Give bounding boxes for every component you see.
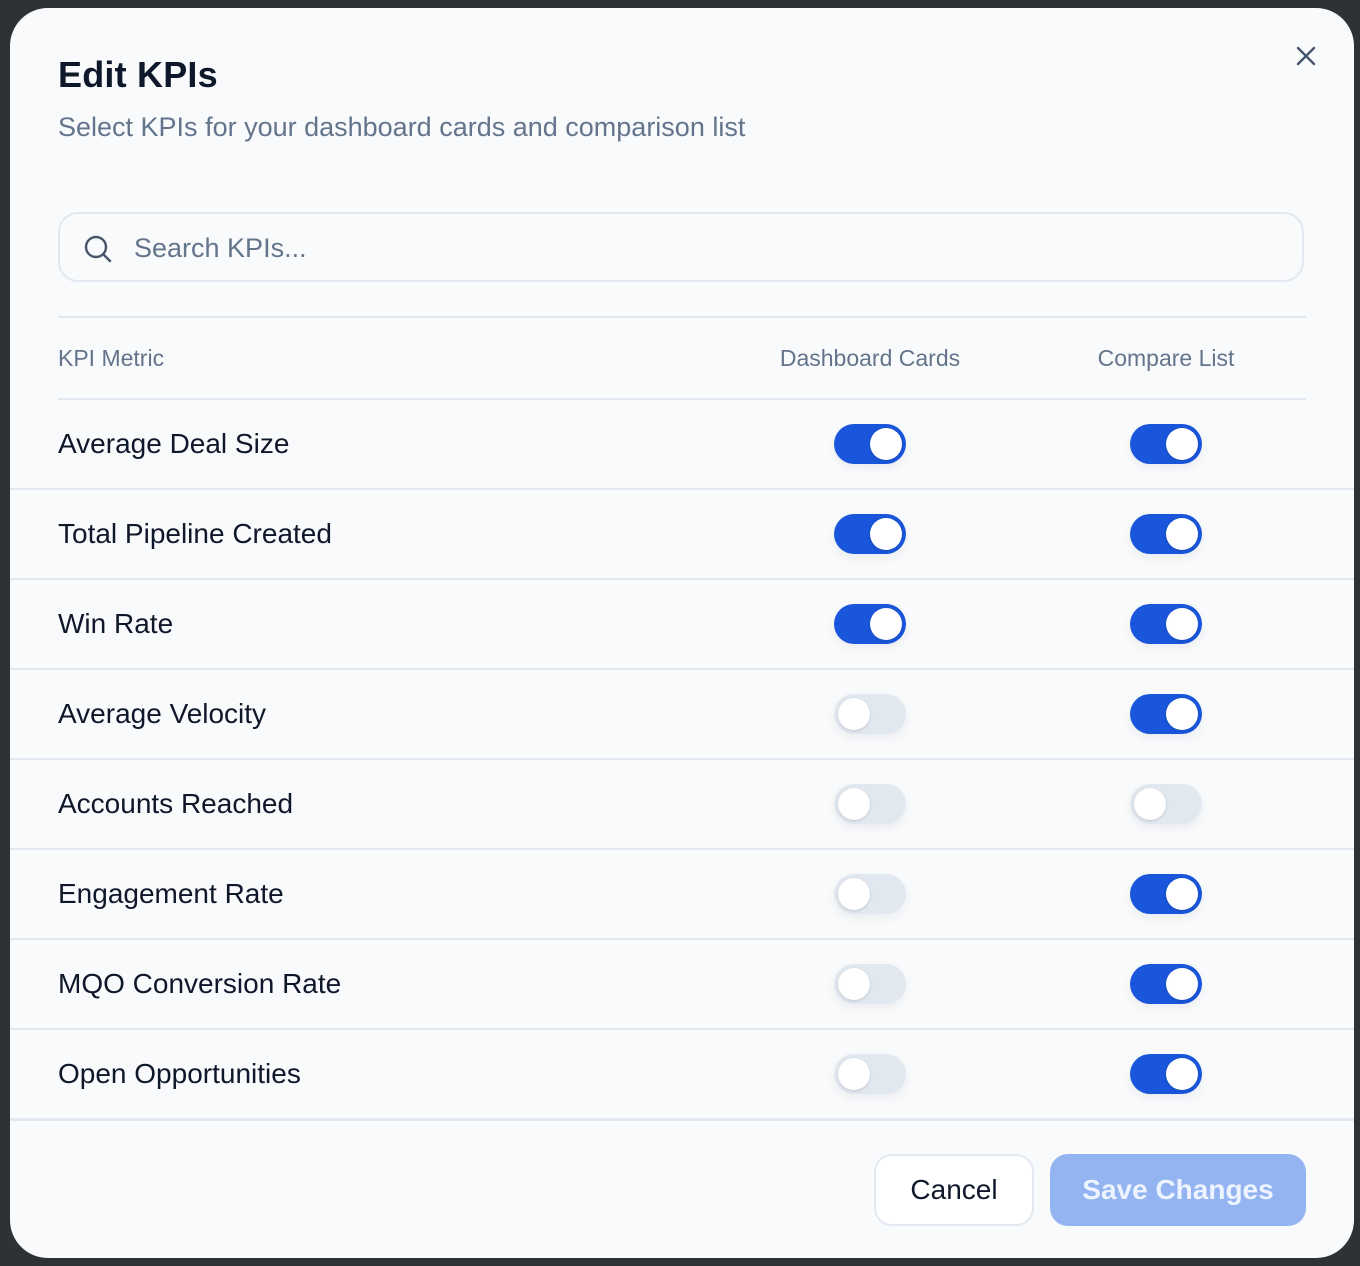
- close-button[interactable]: [1288, 38, 1324, 74]
- toggle-knob: [870, 608, 902, 640]
- compare-list-toggle[interactable]: [1130, 604, 1202, 644]
- toggle-knob: [1166, 608, 1198, 640]
- search-box: [58, 212, 1304, 282]
- kpi-row: Win Rate: [10, 580, 1354, 670]
- kpi-row: Open Opportunities: [10, 1030, 1354, 1120]
- kpi-label: MQO Conversion Rate: [58, 968, 342, 999]
- compare-list-toggle[interactable]: [1130, 874, 1202, 914]
- toggle-knob: [1166, 968, 1198, 1000]
- edit-kpis-dialog: Edit KPIs Select KPIs for your dashboard…: [10, 8, 1354, 1258]
- save-changes-button[interactable]: Save Changes: [1050, 1154, 1306, 1226]
- kpi-list: Average Deal Size Total Pipeline Created…: [10, 400, 1354, 1120]
- kpi-label: Open Opportunities: [58, 1058, 301, 1089]
- toggle-knob: [838, 1058, 870, 1090]
- kpi-label: Accounts Reached: [58, 788, 294, 819]
- search-icon: [84, 235, 112, 263]
- dashboard-cards-toggle[interactable]: [834, 1054, 906, 1094]
- header-kpi-metric: KPI Metric: [58, 345, 165, 371]
- close-icon: [1296, 46, 1316, 66]
- kpi-row: Average Velocity: [10, 670, 1354, 760]
- toggle-knob: [838, 698, 870, 730]
- toggle-knob: [1166, 428, 1198, 460]
- header-dashboard-cards: Dashboard Cards: [779, 345, 961, 371]
- dialog-subtitle: Select KPIs for your dashboard cards and…: [58, 112, 746, 142]
- footer-divider: [10, 1118, 1354, 1121]
- compare-list-toggle[interactable]: [1130, 514, 1202, 554]
- kpi-label: Engagement Rate: [58, 878, 284, 909]
- toggle-knob: [1166, 518, 1198, 550]
- compare-list-toggle[interactable]: [1130, 424, 1202, 464]
- toggle-knob: [838, 968, 870, 1000]
- kpi-row: MQO Conversion Rate: [10, 940, 1354, 1030]
- kpi-label: Average Velocity: [58, 698, 267, 729]
- dashboard-cards-toggle[interactable]: [834, 514, 906, 554]
- dialog-title: Edit KPIs: [58, 54, 218, 95]
- toggle-knob: [870, 428, 902, 460]
- dashboard-cards-toggle[interactable]: [834, 694, 906, 734]
- cancel-button[interactable]: Cancel: [874, 1154, 1034, 1226]
- compare-list-toggle[interactable]: [1130, 784, 1202, 824]
- toggle-knob: [1166, 698, 1198, 730]
- dashboard-cards-toggle[interactable]: [834, 964, 906, 1004]
- kpi-row: Total Pipeline Created: [10, 490, 1354, 580]
- compare-list-toggle[interactable]: [1130, 694, 1202, 734]
- kpi-row: Engagement Rate: [10, 850, 1354, 940]
- table-header: KPI Metric Dashboard Cards Compare List: [58, 318, 1306, 398]
- dashboard-cards-toggle[interactable]: [834, 874, 906, 914]
- kpi-label: Win Rate: [58, 608, 174, 639]
- compare-list-toggle[interactable]: [1130, 1054, 1202, 1094]
- toggle-knob: [1166, 878, 1198, 910]
- kpi-row: Average Deal Size: [10, 400, 1354, 490]
- toggle-knob: [1134, 788, 1166, 820]
- dashboard-cards-toggle[interactable]: [834, 784, 906, 824]
- header-compare-list: Compare List: [1097, 345, 1235, 371]
- kpi-row: Accounts Reached: [10, 760, 1354, 850]
- compare-list-toggle[interactable]: [1130, 964, 1202, 1004]
- toggle-knob: [838, 788, 870, 820]
- dashboard-cards-toggle[interactable]: [834, 604, 906, 644]
- toggle-knob: [870, 518, 902, 550]
- kpi-label: Average Deal Size: [58, 428, 290, 459]
- toggle-knob: [1166, 1058, 1198, 1090]
- kpi-label: Total Pipeline Created: [58, 518, 332, 549]
- search-input[interactable]: [132, 224, 1286, 272]
- toggle-knob: [838, 878, 870, 910]
- dashboard-cards-toggle[interactable]: [834, 424, 906, 464]
